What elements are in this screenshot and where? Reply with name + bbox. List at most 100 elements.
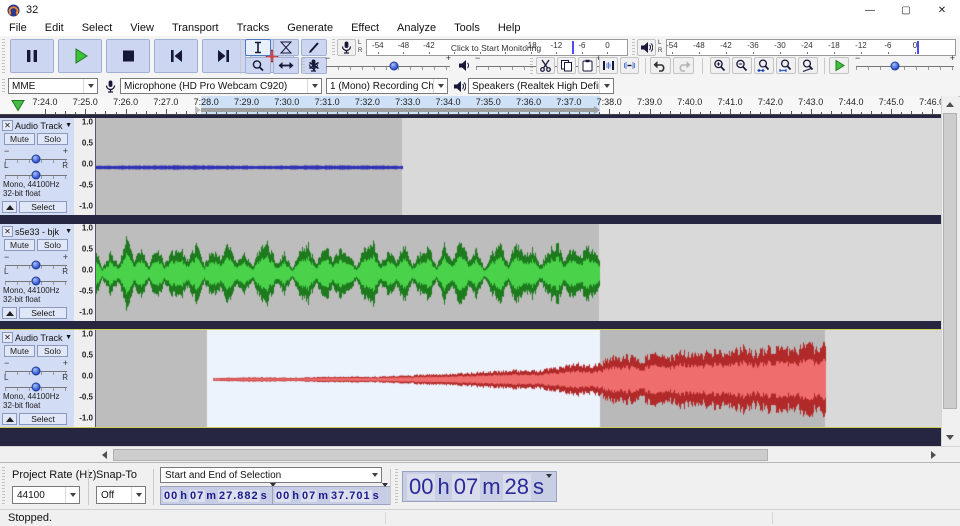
- track-gain-slider[interactable]: −+: [5, 365, 67, 376]
- track-waveform-area[interactable]: [96, 224, 941, 321]
- playback-meter-grip[interactable]: [632, 39, 635, 56]
- waveform-canvas[interactable]: [96, 118, 941, 215]
- track-pan-thumb[interactable]: [32, 170, 41, 179]
- track-amplitude-ruler[interactable]: 1.00.50.0-0.5-1.0: [74, 118, 96, 215]
- track-pan-slider[interactable]: LR: [5, 169, 67, 180]
- redo-button[interactable]: [673, 57, 694, 74]
- menu-item-view[interactable]: View: [121, 22, 163, 34]
- track-amplitude-ruler[interactable]: 1.00.50.0-0.5-1.0: [74, 330, 96, 427]
- track-pan-thumb[interactable]: [32, 382, 41, 391]
- zoom-toggle-button[interactable]: [798, 57, 818, 74]
- menu-item-file[interactable]: File: [0, 22, 36, 34]
- cut-button[interactable]: [536, 57, 555, 74]
- snap-to-combobox[interactable]: Off: [96, 486, 146, 504]
- device-toolbar-grip[interactable]: [2, 79, 5, 93]
- fit-project-button[interactable]: [776, 57, 796, 74]
- menu-item-select[interactable]: Select: [73, 22, 122, 34]
- track-solo-button[interactable]: Solo: [37, 239, 68, 251]
- minimize-button[interactable]: —: [852, 0, 888, 20]
- track-gain-slider[interactable]: −+: [5, 259, 67, 270]
- edit-toolbar-grip[interactable]: [530, 58, 533, 74]
- scroll-left-button[interactable]: [96, 448, 112, 462]
- track-close-button[interactable]: ✕: [2, 120, 13, 131]
- track-pan-thumb[interactable]: [32, 276, 41, 285]
- selection-end-time-field[interactable]: 00h07m37.701s: [272, 486, 391, 505]
- audio-position-display[interactable]: 00h07m28s: [402, 471, 557, 502]
- track-gain-slider[interactable]: −+: [5, 153, 67, 164]
- recording-volume-thumb[interactable]: [390, 62, 399, 71]
- close-button[interactable]: ✕: [924, 0, 960, 20]
- recording-channels-combobox[interactable]: 1 (Mono) Recording Channe: [326, 78, 448, 94]
- project-rate-combobox[interactable]: 44100: [12, 486, 80, 504]
- track-close-button[interactable]: ✕: [2, 226, 13, 237]
- track-pan-slider[interactable]: LR: [5, 381, 67, 392]
- track-waveform-area[interactable]: [96, 118, 941, 215]
- play-button[interactable]: [58, 39, 102, 73]
- skip-to-start-button[interactable]: [154, 39, 198, 73]
- track-mute-button[interactable]: Mute: [4, 133, 35, 145]
- selection-mode-combobox[interactable]: Start and End of Selection: [160, 467, 382, 483]
- track-gain-thumb[interactable]: [32, 260, 41, 269]
- track-title-menu[interactable]: Audio Track ▼: [15, 120, 72, 131]
- copy-button[interactable]: [557, 57, 576, 74]
- track-pan-slider[interactable]: LR: [5, 275, 67, 286]
- track-select-button[interactable]: Select: [19, 307, 67, 319]
- track-select-button[interactable]: Select: [19, 413, 67, 425]
- menu-item-generate[interactable]: Generate: [278, 22, 342, 34]
- track-title-menu[interactable]: s5e33 - bjk ▼: [15, 226, 72, 237]
- transport-toolbar-grip[interactable]: [2, 39, 5, 74]
- recording-device-combobox[interactable]: Microphone (HD Pro Webcam C920): [120, 78, 322, 94]
- selection-toolbar-grip[interactable]: [2, 467, 5, 505]
- time-shift-tool-button[interactable]: [273, 57, 299, 74]
- undo-button[interactable]: [650, 57, 671, 74]
- zoom-selection-button[interactable]: [754, 57, 774, 74]
- menu-item-transport[interactable]: Transport: [163, 22, 228, 34]
- audio-host-combobox[interactable]: MME: [8, 78, 98, 94]
- vertical-scrollbar[interactable]: [941, 96, 958, 446]
- selection-tool-button[interactable]: [245, 39, 271, 56]
- horizontal-scrollbar[interactable]: [0, 446, 960, 462]
- scroll-right-button[interactable]: [925, 448, 941, 462]
- scroll-up-button[interactable]: [942, 96, 958, 112]
- maximize-button[interactable]: ▢: [888, 0, 924, 20]
- playback-meter-speaker-button[interactable]: [637, 39, 656, 56]
- stop-button[interactable]: [106, 39, 150, 73]
- track-amplitude-ruler[interactable]: 1.00.50.0-0.5-1.0: [74, 224, 96, 321]
- track-solo-button[interactable]: Solo: [37, 133, 68, 145]
- menu-item-effect[interactable]: Effect: [342, 22, 388, 34]
- track-waveform-area[interactable]: [96, 330, 941, 427]
- recording-volume-slider[interactable]: −+: [326, 60, 450, 72]
- scroll-down-button[interactable]: [942, 429, 958, 445]
- paste-button[interactable]: [578, 57, 597, 74]
- zoom-tool-button[interactable]: [245, 57, 271, 74]
- time-toolbar-grip[interactable]: [395, 469, 398, 505]
- playback-speed-thumb[interactable]: [891, 62, 900, 71]
- silence-audio-button[interactable]: [620, 57, 639, 74]
- timeline-ruler[interactable]: 7:24.07:25.07:26.07:27.07:28.07:29.07:30…: [0, 96, 941, 115]
- selection-start-time-field[interactable]: 00h07m27.882s: [160, 486, 279, 505]
- recording-meter-mic-button[interactable]: [337, 39, 356, 56]
- zoom-in-button[interactable]: [710, 57, 730, 74]
- menu-item-tracks[interactable]: Tracks: [228, 22, 279, 34]
- track-mute-button[interactable]: Mute: [4, 345, 35, 357]
- track-title-menu[interactable]: Audio Track ▼: [15, 332, 72, 343]
- playback-device-combobox[interactable]: Speakers (Realtek High Definiti: [468, 78, 614, 94]
- menu-item-analyze[interactable]: Analyze: [388, 22, 445, 34]
- horizontal-scrollbar-thumb[interactable]: [113, 449, 768, 461]
- track-collapse-button[interactable]: [2, 307, 17, 319]
- track-collapse-button[interactable]: [2, 413, 17, 425]
- play-at-speed-button[interactable]: [829, 57, 849, 74]
- track-mute-button[interactable]: Mute: [4, 239, 35, 251]
- track-select-button[interactable]: Select: [19, 201, 67, 213]
- draw-tool-button[interactable]: [301, 39, 327, 56]
- track-gain-thumb[interactable]: [32, 366, 41, 375]
- mixer-toolbar-grip[interactable]: [302, 58, 305, 74]
- recording-meter[interactable]: -54-48-42-18-12-60Click to Start Monitor…: [366, 39, 628, 56]
- playback-speed-slider[interactable]: −+: [856, 60, 954, 72]
- track-solo-button[interactable]: Solo: [37, 345, 68, 357]
- recording-meter-grip[interactable]: [332, 39, 335, 56]
- vertical-scrollbar-thumb[interactable]: [943, 113, 957, 409]
- track-close-button[interactable]: ✕: [2, 332, 13, 343]
- envelope-tool-button[interactable]: [273, 39, 299, 56]
- waveform-canvas[interactable]: [96, 224, 941, 321]
